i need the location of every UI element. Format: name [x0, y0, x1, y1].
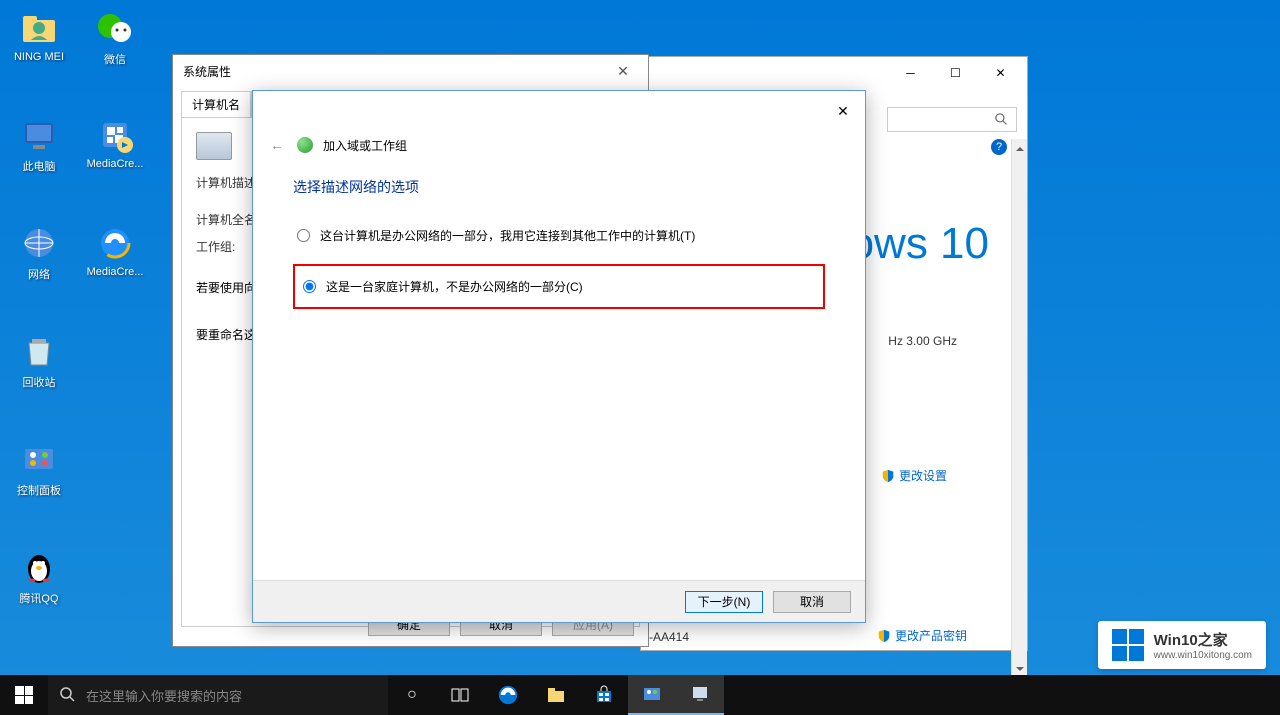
change-settings-label: 更改设置: [899, 467, 947, 484]
close-button[interactable]: ✕: [821, 95, 865, 127]
props-title-text: 系统属性: [183, 63, 231, 80]
watermark-logo-icon: [1112, 629, 1144, 661]
file-explorer-button[interactable]: [532, 675, 580, 715]
close-button[interactable]: ✕: [608, 61, 638, 81]
desktop-icon-recycle[interactable]: 回收站: [4, 331, 74, 390]
ie-icon: [95, 223, 135, 263]
system-properties-task-button[interactable]: [676, 675, 724, 715]
wizard-titlebar: ✕: [253, 91, 865, 131]
radio-option-home[interactable]: 这是一台家庭计算机，不是办公网络的一部分(C): [293, 264, 825, 309]
computer-icon: [19, 115, 59, 155]
network-icon: [19, 223, 59, 263]
qq-icon: [19, 547, 59, 587]
maximize-button[interactable]: ☐: [933, 59, 978, 87]
taskbar-search[interactable]: 在这里输入你要搜索的内容: [48, 675, 388, 715]
cpu-spec-text: Hz 3.00 GHz: [888, 334, 957, 348]
radio-home-input[interactable]: [303, 280, 316, 293]
join-domain-wizard: ✕ ← 加入域或工作组 选择描述网络的选项 这台计算机是办公网络的一部分，我用它…: [252, 90, 866, 623]
radio-office-input[interactable]: [297, 229, 310, 242]
desktop-icon-label: 回收站: [23, 374, 56, 390]
desktop-icon-label: MediaCre...: [87, 158, 144, 170]
recycle-bin-icon: [19, 331, 59, 371]
wizard-header: ← 加入域或工作组: [253, 131, 865, 167]
cancel-button[interactable]: 取消: [773, 591, 851, 613]
desktop-icon-label: 此电脑: [23, 158, 56, 174]
help-icon[interactable]: ?: [991, 139, 1007, 155]
wizard-header-text: 加入域或工作组: [323, 137, 407, 154]
system-titlebar: ─ ☐ ✕: [641, 57, 1027, 89]
windows-10-logo-text: ows 10: [850, 219, 989, 269]
scrollbar[interactable]: [1011, 139, 1027, 679]
radio-home-label: 这是一台家庭计算机，不是办公网络的一部分(C): [326, 278, 583, 295]
close-button[interactable]: ✕: [978, 59, 1023, 87]
next-button[interactable]: 下一步(N): [685, 591, 763, 613]
search-icon: [995, 113, 1008, 126]
computer-icon: [196, 132, 232, 160]
desktop-icon-label: NING MEI: [14, 51, 64, 63]
change-key-label: 更改产品密钥: [895, 627, 967, 644]
desktop-icon-label: 控制面板: [17, 482, 61, 498]
minimize-button[interactable]: ─: [888, 59, 933, 87]
radio-office-label: 这台计算机是办公网络的一部分，我用它连接到其他工作中的计算机(T): [320, 227, 695, 244]
shield-icon: [881, 469, 895, 483]
change-settings-link[interactable]: 更改设置: [881, 467, 947, 484]
desktop-icon-qq[interactable]: 腾讯QQ: [4, 547, 74, 606]
search-box[interactable]: [887, 107, 1017, 132]
search-icon: [60, 687, 76, 703]
user-folder-icon: [19, 8, 59, 48]
product-id-tail: -AA414: [649, 630, 689, 644]
desktop-icon-label: 腾讯QQ: [19, 590, 58, 606]
change-product-key-link[interactable]: 更改产品密钥: [877, 627, 967, 644]
desktop-icon-wechat[interactable]: 微信: [80, 8, 150, 67]
watermark-url: www.win10xitong.com: [1154, 650, 1252, 661]
windows-logo-icon: [15, 686, 33, 704]
cortana-button[interactable]: ○: [388, 675, 436, 715]
desktop-icon-this-pc[interactable]: 此电脑: [4, 115, 74, 174]
desktop-icon-control-panel[interactable]: 控制面板: [4, 439, 74, 498]
wizard-icon: [297, 137, 313, 153]
wizard-heading: 选择描述网络的选项: [293, 177, 825, 197]
tab-computer-name[interactable]: 计算机名: [181, 91, 251, 118]
desktop-icon-label: 微信: [104, 51, 126, 67]
edge-button[interactable]: [484, 675, 532, 715]
desktop-icon-label: 网络: [28, 266, 50, 282]
shield-icon: [877, 629, 891, 643]
start-button[interactable]: [0, 675, 48, 715]
task-view-button[interactable]: [436, 675, 484, 715]
media-creation-icon: [95, 115, 135, 155]
control-panel-task-button[interactable]: [628, 675, 676, 715]
watermark: Win10之家 www.win10xitong.com: [1098, 621, 1266, 669]
desktop-icon-mediacre1[interactable]: MediaCre...: [80, 115, 150, 170]
radio-option-office[interactable]: 这台计算机是办公网络的一部分，我用它连接到其他工作中的计算机(T): [293, 221, 825, 250]
desktop-icon-user[interactable]: NING MEI: [4, 8, 74, 63]
desktop-icon-mediacre2[interactable]: MediaCre...: [80, 223, 150, 278]
store-button[interactable]: [580, 675, 628, 715]
wizard-footer: 下一步(N) 取消: [253, 580, 865, 622]
back-button[interactable]: ←: [267, 135, 287, 155]
taskbar: 在这里输入你要搜索的内容 ○: [0, 675, 1280, 715]
props-titlebar: 系统属性 ✕: [173, 55, 648, 87]
control-panel-icon: [19, 439, 59, 479]
watermark-title: Win10之家: [1154, 629, 1252, 650]
search-placeholder: 在这里输入你要搜索的内容: [86, 686, 242, 705]
desktop-icon-network[interactable]: 网络: [4, 223, 74, 282]
desktop-icon-label: MediaCre...: [87, 266, 144, 278]
wechat-icon: [95, 8, 135, 48]
wizard-body: 选择描述网络的选项 这台计算机是办公网络的一部分，我用它连接到其他工作中的计算机…: [253, 167, 865, 343]
